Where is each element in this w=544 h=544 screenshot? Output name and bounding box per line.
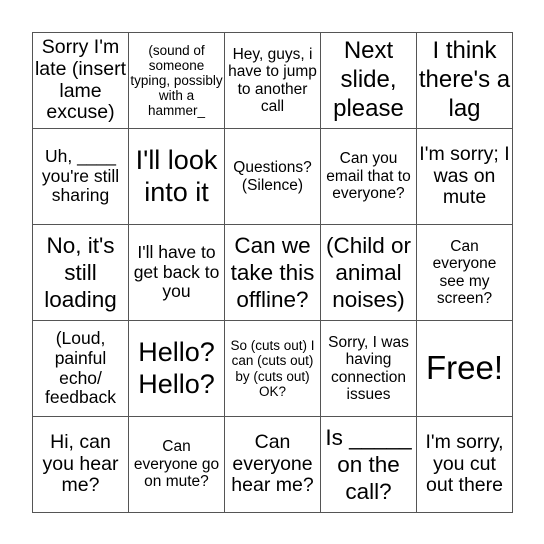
bingo-cell[interactable]: Questions? (Silence) (225, 129, 321, 225)
bingo-board: Sorry I'm late (insert lame excuse) (sou… (32, 32, 513, 513)
bingo-cell[interactable]: Hello? Hello? (129, 321, 225, 417)
bingo-cell[interactable]: Can everyone see my screen? (417, 225, 513, 321)
bingo-cell[interactable]: Sorry, I was having connection issues (321, 321, 417, 417)
bingo-cell[interactable]: Sorry I'm late (insert lame excuse) (33, 33, 129, 129)
bingo-cell[interactable]: Is _____ on the call? (321, 417, 417, 513)
bingo-cell[interactable]: I'll have to get back to you (129, 225, 225, 321)
bingo-cell[interactable]: Next slide, please (321, 33, 417, 129)
bingo-cell[interactable]: I think there's a lag (417, 33, 513, 129)
bingo-cell[interactable]: Can you email that to everyone? (321, 129, 417, 225)
bingo-cell[interactable]: So (cuts out) I can (cuts out) by (cuts … (225, 321, 321, 417)
bingo-cell[interactable]: Can we take this offline? (225, 225, 321, 321)
bingo-cell[interactable]: Hey, guys, i have to jump to another cal… (225, 33, 321, 129)
bingo-cell[interactable]: (Loud, painful echo/ feedback (33, 321, 129, 417)
free-space-cell[interactable]: Free! (417, 321, 513, 417)
bingo-cell[interactable]: Can everyone go on mute? (129, 417, 225, 513)
bingo-cell[interactable]: No, it's still loading (33, 225, 129, 321)
bingo-cell[interactable]: I'm sorry, you cut out there (417, 417, 513, 513)
bingo-cell[interactable]: Uh, ____ you're still sharing (33, 129, 129, 225)
bingo-cell[interactable]: (Child or animal noises) (321, 225, 417, 321)
bingo-cell[interactable]: Can everyone hear me? (225, 417, 321, 513)
bingo-cell[interactable]: I'm sorry; I was on mute (417, 129, 513, 225)
bingo-cell[interactable]: (sound of someone typing, possibly with … (129, 33, 225, 129)
bingo-cell[interactable]: I'll look into it (129, 129, 225, 225)
bingo-cell[interactable]: Hi, can you hear me? (33, 417, 129, 513)
